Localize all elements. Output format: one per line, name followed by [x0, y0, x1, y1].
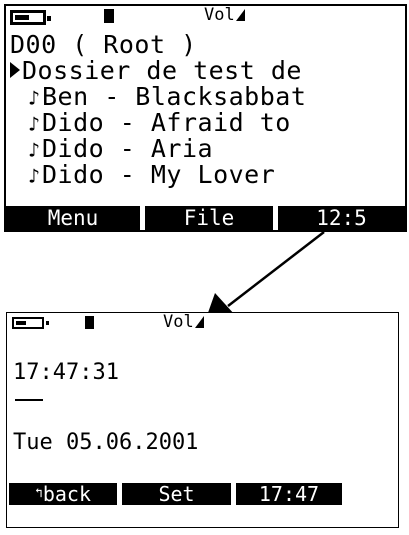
back-label: back	[42, 483, 91, 505]
softkey-bar: ↰back Set 17:47	[9, 483, 342, 505]
status-bar: Vol	[7, 313, 398, 335]
lock-indicator-icon	[85, 316, 94, 329]
time-display: 17:47:31	[13, 360, 119, 385]
set-softkey[interactable]: Set	[122, 483, 231, 505]
date-display: Tue 05.06.2001	[13, 430, 199, 455]
battery-icon	[12, 317, 49, 329]
clock-screen: Vol 17:47:31 Tue 05.06.2001 ↰back Set 17…	[6, 312, 399, 528]
volume-label: Vol	[163, 312, 194, 332]
divider-dash	[15, 399, 43, 401]
volume-indicator: Vol	[163, 314, 204, 331]
back-softkey[interactable]: ↰back	[9, 483, 117, 505]
clock-softkey[interactable]: 17:47	[236, 483, 342, 505]
return-arrow-icon: ↰	[35, 486, 43, 501]
volume-wedge-icon	[194, 316, 204, 328]
